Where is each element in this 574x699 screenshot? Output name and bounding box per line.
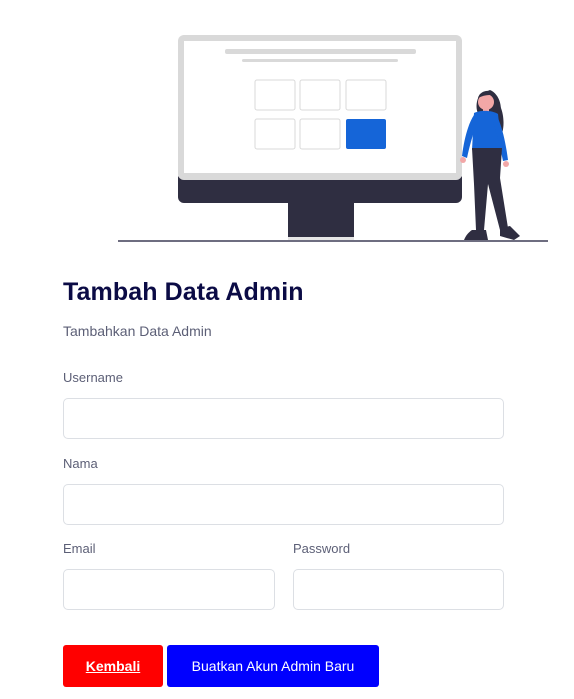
screen-subheader-line bbox=[242, 59, 398, 62]
screen-tile bbox=[345, 79, 387, 111]
email-input[interactable] bbox=[63, 569, 275, 610]
admin-form: Tambah Data Admin Tambahkan Data Admin U… bbox=[63, 276, 504, 687]
nama-input[interactable] bbox=[63, 484, 504, 525]
nama-field-group: Nama bbox=[63, 456, 504, 525]
woman-figure bbox=[460, 90, 520, 240]
monitor-stand bbox=[288, 200, 354, 239]
password-input[interactable] bbox=[293, 569, 504, 610]
monitor-stand-highlight bbox=[288, 237, 354, 240]
username-input[interactable] bbox=[63, 398, 504, 439]
create-admin-button[interactable]: Buatkan Akun Admin Baru bbox=[167, 645, 379, 687]
screen-tile bbox=[299, 79, 341, 111]
screen-header-line bbox=[225, 49, 416, 54]
username-field-group: Username bbox=[63, 370, 504, 439]
email-label: Email bbox=[63, 541, 96, 556]
page-subtitle: Tambahkan Data Admin bbox=[63, 323, 212, 339]
password-field-group: Password bbox=[293, 541, 504, 610]
page-title: Tambah Data Admin bbox=[63, 278, 304, 306]
username-label: Username bbox=[63, 370, 123, 385]
email-field-group: Email bbox=[63, 541, 275, 610]
screen-tile bbox=[299, 118, 341, 150]
back-button[interactable]: Kembali bbox=[63, 645, 163, 687]
screen-tile bbox=[254, 79, 296, 111]
nama-label: Nama bbox=[63, 456, 98, 471]
screen-tile bbox=[254, 118, 296, 150]
password-label: Password bbox=[293, 541, 351, 556]
screen-tile-selected bbox=[346, 119, 386, 149]
monitor-woman-illustration bbox=[118, 35, 548, 242]
